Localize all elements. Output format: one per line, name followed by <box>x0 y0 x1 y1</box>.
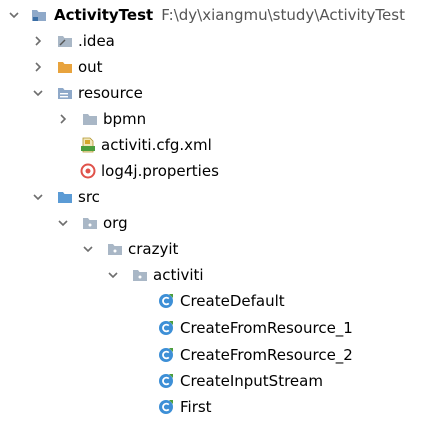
idea-folder-icon <box>56 28 74 54</box>
package-folder-icon <box>106 236 124 262</box>
package-folder-icon <box>81 210 99 236</box>
chevron-down-icon[interactable] <box>30 184 46 210</box>
tree-node-crazyit[interactable]: crazyit <box>0 236 442 262</box>
project-name: ActivityTest <box>54 6 154 24</box>
tree-label: crazyit <box>128 240 179 258</box>
chevron-down-icon[interactable] <box>105 262 121 288</box>
tree-node-org[interactable]: org <box>0 210 442 236</box>
tree-node-class[interactable]: CreateDefault <box>0 288 442 314</box>
tree-label: activiti <box>153 266 204 284</box>
chevron-down-icon[interactable] <box>80 236 96 262</box>
chevron-down-icon[interactable] <box>55 210 71 236</box>
chevron-right-icon[interactable] <box>30 54 46 80</box>
tree-node-bpmn[interactable]: bpmn <box>0 106 442 132</box>
tree-label: org <box>103 214 128 232</box>
properties-file-icon <box>79 158 97 184</box>
project-path: F:\dy\xiangmu\study\ActivityTest <box>161 6 405 24</box>
java-class-icon <box>157 315 175 341</box>
xml-file-icon <box>79 132 97 158</box>
tree-node-idea[interactable]: .idea <box>0 28 442 54</box>
java-class-icon <box>157 368 175 394</box>
tree-label: CreateInputStream <box>180 372 323 390</box>
chevron-right-icon[interactable] <box>55 106 71 132</box>
package-folder-icon <box>131 262 149 288</box>
tree-node-log4j[interactable]: log4j.properties <box>0 158 442 184</box>
java-class-icon <box>157 288 175 314</box>
chevron-down-icon[interactable] <box>30 80 46 106</box>
tree-label: CreateFromResource_1 <box>180 319 353 337</box>
tree-label: activiti.cfg.xml <box>101 136 212 154</box>
tree-node-class[interactable]: CreateFromResource_2 <box>0 342 442 368</box>
tree-node-out[interactable]: out <box>0 54 442 80</box>
folder-icon <box>81 106 99 132</box>
tree-label: out <box>78 58 103 76</box>
chevron-down-icon[interactable] <box>6 2 22 28</box>
tree-label: bpmn <box>103 110 147 128</box>
tree-label: log4j.properties <box>101 162 219 180</box>
tree-node-project[interactable]: ActivityTest F:\dy\xiangmu\study\Activity… <box>0 2 442 28</box>
tree-node-class[interactable]: CreateFromResource_1 <box>0 315 442 341</box>
tree-label: CreateFromResource_2 <box>180 346 353 364</box>
module-folder-icon <box>30 2 48 28</box>
tree-label: src <box>78 188 100 206</box>
tree-label: CreateDefault <box>180 292 285 310</box>
tree-node-activiti[interactable]: activiti <box>0 262 442 288</box>
tree-label: First <box>180 398 212 416</box>
tree-node-class[interactable]: First <box>0 394 442 420</box>
chevron-right-icon[interactable] <box>30 28 46 54</box>
tree-label: resource <box>78 84 143 102</box>
java-class-icon <box>157 342 175 368</box>
tree-node-resource[interactable]: resource <box>0 80 442 106</box>
tree-node-class[interactable]: CreateInputStream <box>0 368 442 394</box>
resource-folder-icon <box>56 80 74 106</box>
tree-node-activiti-cfg[interactable]: activiti.cfg.xml <box>0 132 442 158</box>
excluded-folder-icon <box>56 54 74 80</box>
java-class-icon <box>157 394 175 420</box>
tree-node-src[interactable]: src <box>0 184 442 210</box>
source-folder-icon <box>56 184 74 210</box>
tree-label: .idea <box>78 32 115 50</box>
